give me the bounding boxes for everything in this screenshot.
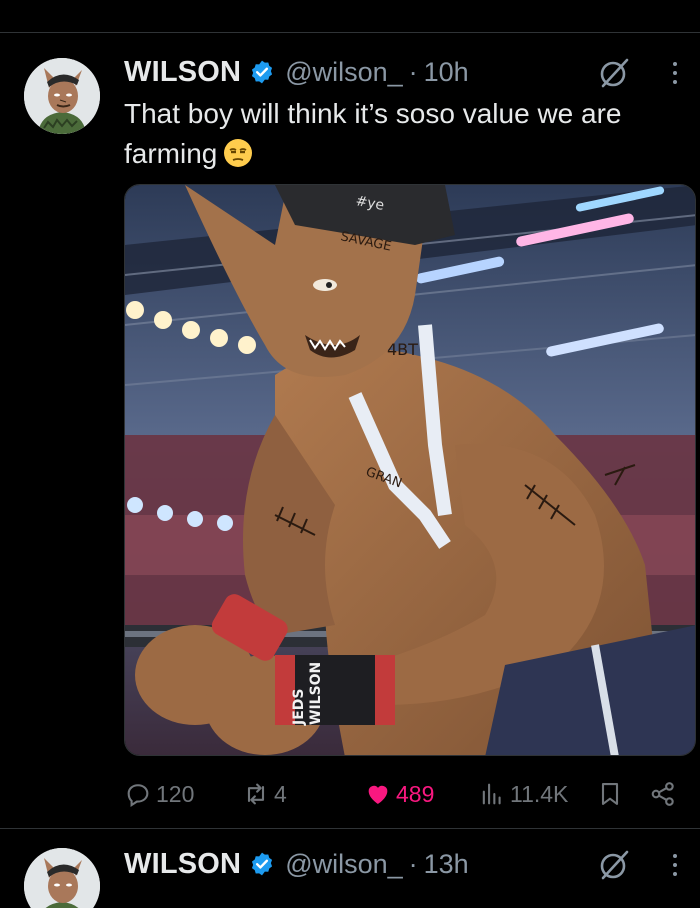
tweet-header: WILSON @wilson_ · 10h bbox=[124, 52, 469, 92]
author-handle[interactable]: @wilson_ bbox=[285, 57, 402, 88]
tweet[interactable]: WILSON @wilson_ · 10h That boy will thin… bbox=[0, 52, 700, 822]
tweet-actions: 120 4 489 11.4K bbox=[124, 776, 684, 812]
reply-button[interactable]: 120 bbox=[124, 776, 194, 812]
like-icon bbox=[368, 785, 388, 804]
tweet-divider bbox=[0, 828, 700, 829]
author-name[interactable]: WILSON bbox=[124, 848, 241, 881]
grok-icon[interactable] bbox=[597, 848, 631, 882]
bookmark-icon bbox=[601, 783, 619, 805]
unamused-face-icon bbox=[223, 138, 253, 168]
tweet[interactable]: WILSON @wilson_ · 13h bbox=[0, 844, 700, 908]
views-button[interactable]: 11.4K bbox=[478, 776, 568, 812]
timestamp[interactable]: 10h bbox=[424, 57, 469, 88]
reply-count: 120 bbox=[156, 780, 195, 807]
top-divider bbox=[0, 32, 700, 33]
repost-count: 4 bbox=[274, 780, 287, 807]
wrist-wrap-text-left: WILSON bbox=[308, 662, 324, 725]
repost-icon bbox=[247, 783, 265, 805]
avatar[interactable] bbox=[24, 848, 100, 908]
media-illustration: #ye SAVAGE 4BT GRAN WILSON JEDS bbox=[125, 185, 695, 755]
separator-dot: · bbox=[408, 848, 418, 879]
views-icon bbox=[482, 783, 501, 805]
tweet-media-image[interactable]: #ye SAVAGE 4BT GRAN WILSON JEDS bbox=[124, 184, 696, 756]
more-icon[interactable] bbox=[668, 56, 682, 90]
reply-icon bbox=[127, 784, 149, 808]
avatar[interactable] bbox=[24, 58, 100, 134]
share-icon bbox=[651, 782, 674, 806]
separator-dot: · bbox=[408, 56, 418, 87]
tweet-header: WILSON @wilson_ · 13h bbox=[124, 844, 469, 884]
grok-icon[interactable] bbox=[597, 56, 631, 90]
timestamp[interactable]: 13h bbox=[424, 849, 469, 880]
view-count: 11.4K bbox=[510, 780, 569, 807]
wrist-wrap-text-right: JEDS bbox=[291, 689, 307, 726]
like-button[interactable]: 489 bbox=[364, 776, 434, 812]
tattoo-neck-text: 4BT bbox=[387, 340, 418, 359]
verified-badge-icon bbox=[249, 851, 275, 877]
author-name[interactable]: WILSON bbox=[124, 56, 241, 89]
tweet-text-content: That boy will think it’s soso value we a… bbox=[124, 98, 622, 169]
repost-button[interactable]: 4 bbox=[242, 776, 287, 812]
author-handle[interactable]: @wilson_ bbox=[285, 849, 402, 880]
verified-badge-icon bbox=[249, 59, 275, 85]
share-button[interactable] bbox=[649, 776, 681, 812]
tweet-text: That boy will think it’s soso value we a… bbox=[124, 94, 684, 174]
more-icon[interactable] bbox=[668, 848, 682, 882]
like-count: 489 bbox=[396, 780, 435, 807]
bookmark-button[interactable] bbox=[596, 776, 628, 812]
